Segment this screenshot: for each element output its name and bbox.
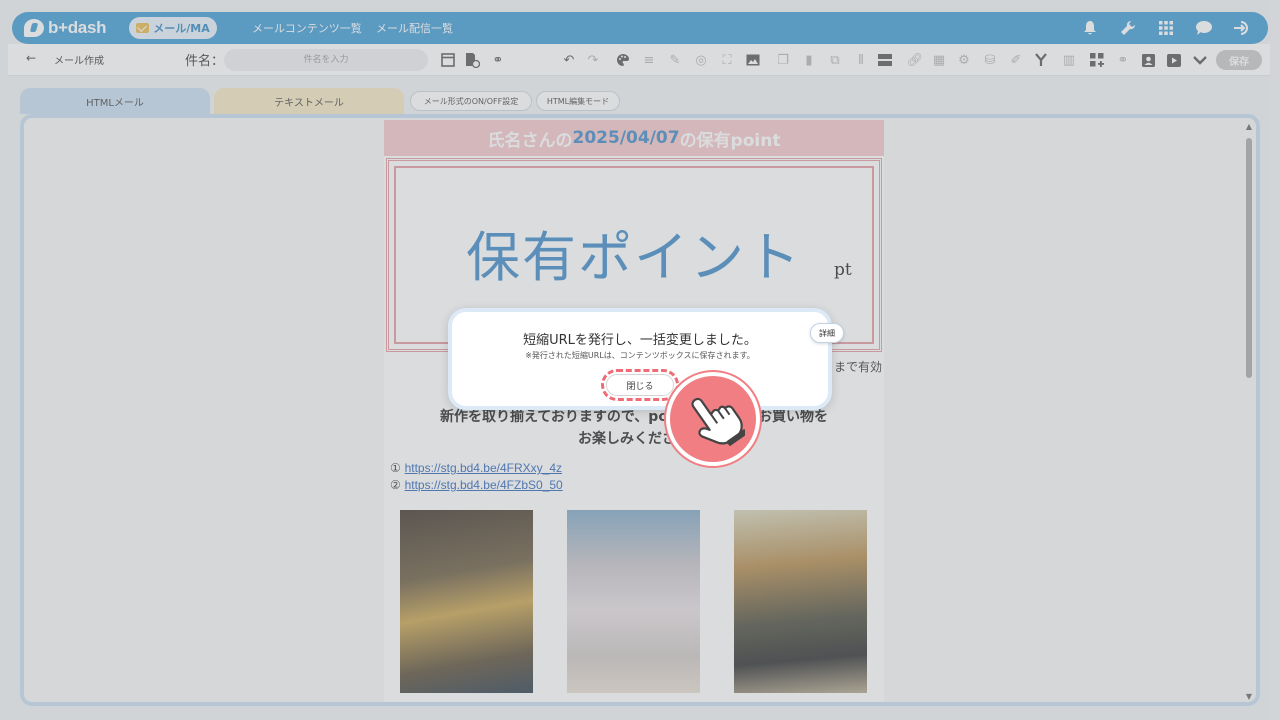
close-button[interactable]: 閉じる	[601, 369, 679, 401]
dialog-message: 短縮URLを発行し、一括変更しました。	[523, 333, 757, 348]
dialog-sub-message: ※発行された短縮URLは、コンテンツボックスに保存されます。	[525, 351, 755, 360]
detail-button[interactable]: 詳細	[810, 323, 844, 343]
short-url-dialog: 短縮URLを発行し、一括変更しました。 ※発行された短縮URLは、コンテンツボッ…	[448, 308, 844, 410]
pointing-hand-icon	[666, 372, 760, 466]
